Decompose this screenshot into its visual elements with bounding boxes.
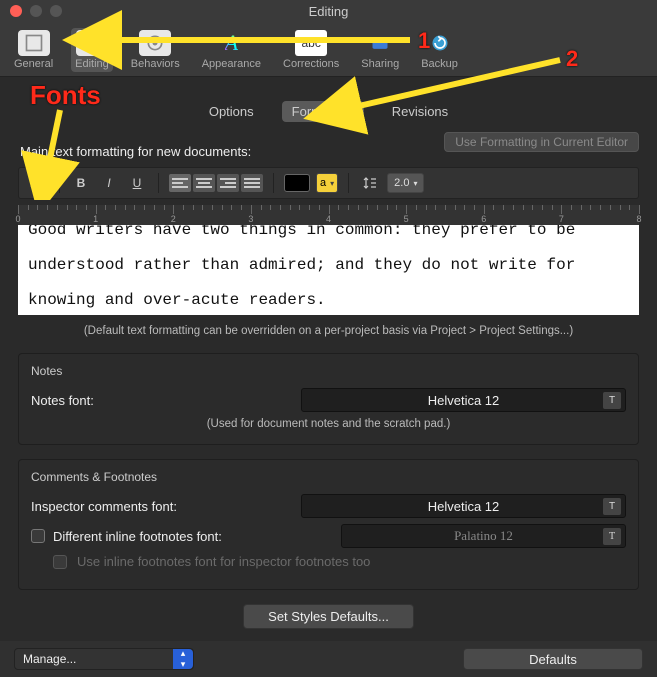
window-title: Editing [309,4,349,19]
close-icon[interactable] [10,5,22,17]
font-picker-icon[interactable]: T [603,392,621,409]
tab-options[interactable]: Options [199,101,264,122]
notes-panel: Notes Notes font: Helvetica 12 T (Used f… [18,353,639,445]
inspector-font-field[interactable]: Helvetica 12 T [301,494,626,518]
defaults-button[interactable]: Defaults [463,648,643,670]
font-picker-icon[interactable]: T [603,498,621,515]
tab-label: Behaviors [131,58,180,70]
tab-general[interactable]: General [10,28,57,72]
editor-preview: Good writers have two things in common: … [18,225,639,315]
manage-select[interactable]: Manage... ▴▾ [14,648,194,670]
bold-button[interactable]: B [70,172,92,194]
backup-icon [424,30,456,56]
comments-panel: Comments & Footnotes Inspector comments … [18,459,639,590]
tab-formatting[interactable]: Formatting [282,101,364,122]
tab-label: Corrections [283,58,339,70]
tab-appearance[interactable]: A Appearance [198,28,265,72]
window-titlebar: Editing [0,0,657,22]
text-color-picker[interactable] [284,174,310,192]
sharing-icon [364,30,396,56]
notes-title: Notes [31,364,626,378]
comments-title: Comments & Footnotes [31,470,626,484]
notes-font-label: Notes font: [31,393,291,408]
footnotes-font-field: Palatino 12 T [341,524,626,548]
tab-behaviors[interactable]: Behaviors [127,28,184,72]
font-picker-icon: T [603,528,621,545]
tab-backup[interactable]: Backup [417,28,462,72]
align-right-button[interactable] [217,174,239,192]
font-picker[interactable]: Aa [27,172,49,194]
behaviors-icon [139,30,171,56]
tab-label: Sharing [361,58,399,70]
line-spacing-icon[interactable] [359,172,381,194]
maximize-icon[interactable] [50,5,62,17]
tab-corrections[interactable]: abc Corrections [279,28,343,72]
notes-font-field[interactable]: Helvetica 12 T [301,388,626,412]
tab-editing[interactable]: Editing [71,28,113,72]
tab-label: Appearance [202,58,261,70]
set-styles-defaults-button[interactable]: Set Styles Defaults... [243,604,414,629]
italic-button[interactable]: I [98,172,120,194]
use-inline-label: Use inline footnotes font for inspector … [77,554,370,569]
use-formatting-current-button[interactable]: Use Formatting in Current Editor [444,132,639,152]
sub-tabbar: Options Formatting Revisions [18,87,639,132]
align-group [169,174,263,192]
minimize-icon[interactable] [30,5,42,17]
tab-sharing[interactable]: Sharing [357,28,403,72]
footer: Manage... ▴▾ Defaults [0,641,657,677]
tab-label: Backup [421,58,458,70]
appearance-icon: A [215,30,247,56]
underline-button[interactable]: U [126,172,148,194]
tab-label: General [14,58,53,70]
chevron-updown-icon: ▴▾ [173,649,193,669]
highlight-picker[interactable]: a▾ [316,173,338,193]
align-justify-button[interactable] [241,174,263,192]
preferences-toolbar: General Editing Behaviors A Appearance a… [0,22,657,77]
notes-hint: (Used for document notes and the scratch… [31,418,626,430]
ruler[interactable]: 012345678 [18,205,639,225]
align-left-button[interactable] [169,174,191,192]
general-icon [18,30,50,56]
default-hint: (Default text formatting can be overridd… [18,325,639,337]
use-inline-checkbox [53,555,67,569]
tab-revisions[interactable]: Revisions [382,101,458,122]
editing-icon [76,30,108,56]
tab-label: Editing [75,58,109,70]
format-toolbar: Aa B I U a▾ 2.0▾ [18,167,639,199]
inspector-font-label: Inspector comments font: [31,499,291,514]
different-footnotes-label: Different inline footnotes font: [53,529,222,544]
align-center-button[interactable] [193,174,215,192]
line-spacing-field[interactable]: 2.0▾ [387,173,424,193]
corrections-icon: abc [295,30,327,56]
different-footnotes-checkbox[interactable] [31,529,45,543]
